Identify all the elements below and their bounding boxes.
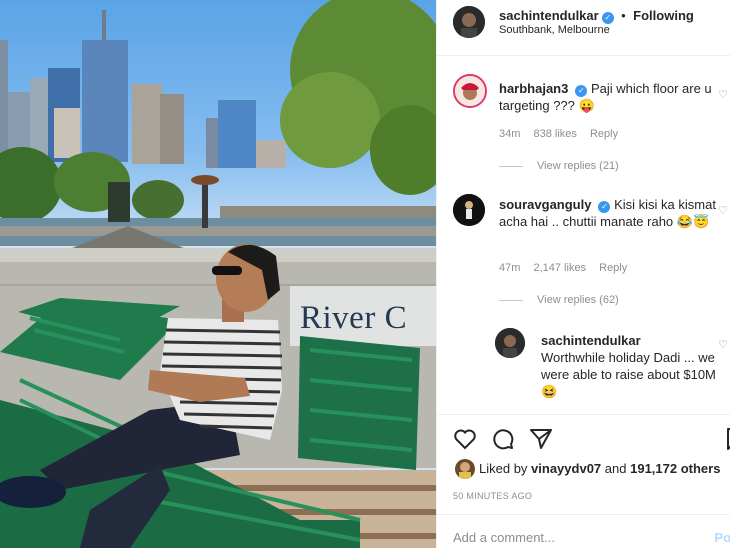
comment-icon[interactable]: [491, 427, 515, 451]
comment-like-heart-icon[interactable]: ♡: [718, 88, 728, 101]
heart-icon[interactable]: [453, 427, 477, 451]
author-avatar[interactable]: [453, 6, 485, 38]
comment-reply-button[interactable]: Reply: [599, 262, 627, 274]
liked-by-label: Liked by: [479, 461, 528, 476]
comment-avatar-harbhajan3[interactable]: [453, 74, 487, 108]
comment-harbhajan3: harbhajan3 ✓ Paji which floor are u targe…: [499, 80, 721, 114]
liked-by-user[interactable]: vinayydv07: [531, 461, 601, 476]
reply-sachintendulkar: sachintendulkar Worthwhile holiday Dadi …: [541, 332, 721, 400]
liked-by-avatar[interactable]: [455, 459, 475, 479]
view-replies-button[interactable]: View replies (21): [499, 160, 619, 172]
view-replies-line: [499, 299, 523, 301]
comment-username[interactable]: souravganguly: [499, 197, 591, 212]
follow-separator: •: [621, 8, 626, 23]
comment-like-heart-icon[interactable]: ♡: [718, 204, 728, 217]
post-location[interactable]: Southbank, Melbourne: [499, 24, 610, 36]
reply-like-heart-icon[interactable]: ♡: [718, 338, 728, 351]
comment-time: 47m: [499, 262, 521, 274]
author-avatar-image: [453, 6, 485, 38]
view-replies-button[interactable]: View replies (62): [499, 294, 619, 306]
post-photo[interactable]: River C: [0, 0, 436, 548]
view-replies-label: View replies (62): [537, 294, 619, 306]
reply-username[interactable]: sachintendulkar: [541, 332, 717, 349]
bookmark-icon[interactable]: [723, 427, 730, 451]
reply-text: Worthwhile holiday Dadi ... we were able…: [541, 350, 716, 399]
verified-badge-icon: ✓: [601, 12, 614, 24]
comment-likes[interactable]: 838 likes: [533, 128, 576, 140]
comment-meta: 47m 2,147 likes Reply: [499, 262, 637, 274]
liked-by-others[interactable]: 191,172 others: [630, 461, 720, 476]
comment-username[interactable]: harbhajan3: [499, 81, 568, 96]
comment-avatar-image: [455, 76, 485, 106]
liked-by-avatar-image: [459, 462, 471, 479]
share-icon[interactable]: [529, 427, 553, 451]
photo-scene: [0, 0, 436, 548]
verified-badge-icon: ✓: [575, 85, 588, 97]
add-comment-input[interactable]: Add a comment...: [453, 530, 555, 545]
comment-avatar-souravganguly[interactable]: [453, 194, 485, 226]
liked-by-and: and: [604, 461, 627, 476]
reply-avatar-image: [495, 328, 525, 358]
river-sign-text: River C: [300, 300, 408, 336]
view-replies-line: [499, 165, 523, 167]
author-username[interactable]: sachintendulkar: [499, 8, 599, 23]
post-actions: Liked by vinayydv07 and 191,172 others 5…: [437, 414, 730, 514]
reply-avatar-sachintendulkar[interactable]: [495, 328, 525, 358]
comment-reply-button[interactable]: Reply: [590, 128, 618, 140]
post-timestamp[interactable]: 50 MINUTES AGO: [453, 491, 532, 501]
following-button[interactable]: Following: [633, 8, 694, 23]
add-comment-bar: Add a comment... Po: [437, 514, 730, 548]
comment-souravganguly: souravganguly ✓ Kisi kisi ka kismat acha …: [499, 196, 721, 230]
post-sidebar: sachintendulkar ✓ • Following Southbank, …: [436, 0, 730, 548]
view-replies-label: View replies (21): [537, 160, 619, 172]
post-comment-button[interactable]: Po: [714, 530, 730, 545]
liked-by-line: Liked by vinayydv07 and 191,172 others: [479, 461, 720, 476]
comment-likes[interactable]: 2,147 likes: [533, 262, 586, 274]
comment-avatar-image: [453, 194, 485, 226]
comment-meta: 34m 838 likes Reply: [499, 128, 628, 140]
post-header: sachintendulkar ✓ • Following Southbank, …: [437, 0, 730, 56]
author-line: sachintendulkar ✓ • Following: [499, 7, 694, 25]
verified-badge-icon: ✓: [598, 201, 611, 213]
comment-time: 34m: [499, 128, 521, 140]
